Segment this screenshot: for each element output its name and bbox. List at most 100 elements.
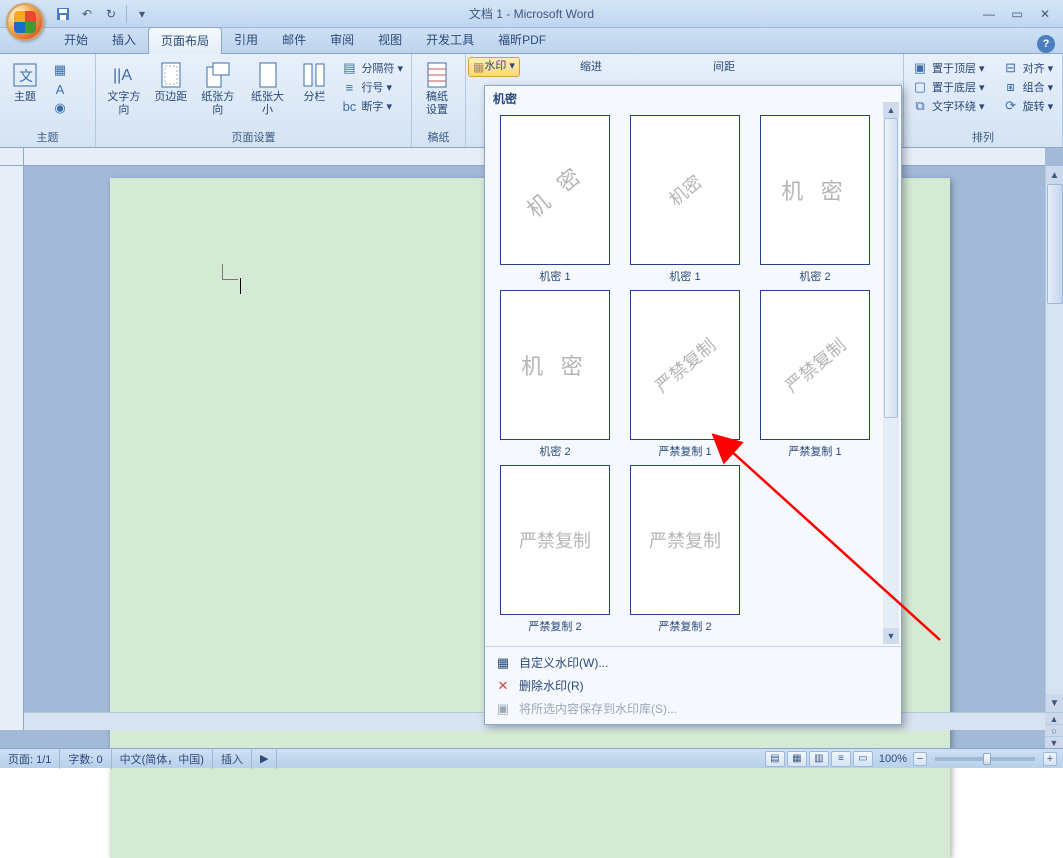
tab-review[interactable]: 审阅 (318, 27, 366, 53)
scroll-up-icon[interactable]: ▲ (1046, 166, 1063, 184)
watermark-button[interactable]: ▦ 水印 ▾ (468, 57, 520, 77)
title-bar: ↶ ↻ ▾ 文档 1 - Microsoft Word — ▭ ✕ (0, 0, 1063, 28)
text-wrapping-icon: ⧉ (912, 98, 928, 114)
size-button[interactable]: 纸张大小 (244, 57, 292, 119)
ruler-corner[interactable] (0, 148, 24, 166)
theme-fonts-icon: A (52, 81, 68, 97)
watermark-preview-text: 机 密 (781, 174, 849, 206)
watermark-preview-text: 严禁复制 (649, 332, 721, 398)
status-page[interactable]: 页面: 1/1 (0, 749, 60, 769)
tab-page-layout[interactable]: 页面布局 (148, 27, 222, 54)
watermark-gallery-item[interactable]: 严禁复制严禁复制 1 (623, 290, 747, 459)
watermark-icon: ▦ (473, 60, 484, 74)
rotate-icon: ⟳ (1003, 98, 1019, 114)
gallery-scroll-up-icon[interactable]: ▲ (883, 102, 899, 118)
view-full-screen-icon[interactable]: ▦ (787, 751, 807, 767)
status-insert-mode[interactable]: 插入 (213, 749, 252, 769)
theme-effects-button[interactable]: ◉ (48, 99, 72, 117)
hyphenation-button[interactable]: bc断字 ▾ (337, 97, 407, 115)
send-to-back-button[interactable]: ▢置于底层 ▾ (908, 78, 989, 96)
view-draft-icon[interactable]: ▭ (853, 751, 873, 767)
redo-icon[interactable]: ↻ (100, 3, 122, 25)
writing-paper-button[interactable]: 稿纸 设置 (416, 57, 458, 119)
watermark-gallery-item[interactable]: 机密机密 1 (623, 115, 747, 284)
text-direction-button[interactable]: ||A文字方向 (100, 57, 148, 119)
margins-button[interactable]: 页边距 (150, 57, 192, 106)
group-label-page-setup: 页面设置 (100, 127, 407, 147)
view-web-layout-icon[interactable]: ▥ (809, 751, 829, 767)
tab-insert[interactable]: 插入 (100, 27, 148, 53)
help-icon[interactable]: ? (1037, 35, 1055, 53)
remove-watermark-menuitem[interactable]: ✕删除水印(R) (485, 674, 901, 697)
watermark-gallery-item[interactable]: 严禁复制严禁复制 1 (753, 290, 877, 459)
qat-dropdown-icon[interactable]: ▾ (131, 3, 153, 25)
watermark-gallery-item[interactable]: 严禁复制严禁复制 2 (493, 465, 617, 634)
rotate-button[interactable]: ⟳旋转 ▾ (999, 97, 1058, 115)
text-cursor (240, 278, 241, 294)
custom-watermark-menuitem[interactable]: ▦自定义水印(W)... (485, 651, 901, 674)
zoom-in-button[interactable]: + (1043, 752, 1057, 766)
vertical-ruler[interactable] (0, 166, 24, 730)
view-print-layout-icon[interactable]: ▤ (765, 751, 785, 767)
next-page-icon[interactable]: ▼ (1045, 736, 1063, 748)
align-icon: ⊟ (1003, 60, 1019, 76)
gallery-section-header: 机密 (485, 86, 901, 111)
breaks-icon: ▤ (341, 60, 357, 76)
watermark-gallery-item[interactable]: 严禁复制严禁复制 2 (623, 465, 747, 634)
columns-button[interactable]: 分栏 (293, 57, 335, 106)
office-button[interactable] (6, 3, 44, 41)
watermark-preview-text: 机 密 (521, 349, 589, 381)
save-icon[interactable] (52, 3, 74, 25)
maximize-button[interactable]: ▭ (1003, 5, 1031, 23)
group-label-theme: 主题 (4, 127, 91, 147)
breaks-button[interactable]: ▤分隔符 ▾ (337, 59, 407, 77)
watermark-gallery-item[interactable]: 机 密机密 1 (493, 115, 617, 284)
watermark-preview-text: 严禁复制 (519, 527, 591, 553)
watermark-preview-text: 机 密 (519, 156, 591, 224)
scroll-thumb[interactable] (1047, 184, 1063, 304)
gallery-scroll-thumb[interactable] (884, 118, 898, 418)
close-button[interactable]: ✕ (1031, 5, 1059, 23)
tab-mailings[interactable]: 邮件 (270, 27, 318, 53)
gallery-scroll-down-icon[interactable]: ▼ (883, 628, 899, 644)
themes-button[interactable]: 文 主题 (4, 57, 46, 106)
orientation-button[interactable]: 纸张方向 (194, 57, 242, 119)
watermark-item-label: 严禁复制 1 (788, 443, 841, 459)
zoom-level[interactable]: 100% (879, 753, 907, 765)
theme-colors-button[interactable]: ▦ (48, 61, 72, 79)
tab-view[interactable]: 视图 (366, 27, 414, 53)
watermark-gallery-item[interactable]: 机 密机密 2 (493, 290, 617, 459)
watermark-gallery-item[interactable]: 机 密机密 2 (753, 115, 877, 284)
watermark-item-label: 严禁复制 2 (658, 618, 711, 634)
view-outline-icon[interactable]: ≡ (831, 751, 851, 767)
tab-home[interactable]: 开始 (52, 27, 100, 53)
undo-icon[interactable]: ↶ (76, 3, 98, 25)
prev-page-icon[interactable]: ▲ (1045, 712, 1063, 724)
zoom-out-button[interactable]: − (913, 752, 927, 766)
tab-foxit-pdf[interactable]: 福昕PDF (486, 27, 558, 53)
status-macro-icon[interactable]: ▶ (252, 749, 277, 769)
gallery-scrollbar[interactable]: ▲ ▼ (883, 102, 899, 644)
status-language[interactable]: 中文(简体，中国) (112, 749, 213, 769)
theme-fonts-button[interactable]: A (48, 80, 72, 98)
zoom-slider[interactable] (935, 757, 1035, 761)
group-icon: ⧆ (1003, 79, 1019, 95)
tab-references[interactable]: 引用 (222, 27, 270, 53)
group-label-paper: 稿纸 (416, 127, 461, 147)
remove-watermark-icon: ✕ (495, 678, 511, 694)
theme-colors-icon: ▦ (52, 62, 68, 78)
line-numbers-button[interactable]: ≡行号 ▾ (337, 78, 407, 96)
vertical-scrollbar[interactable]: ▲ ▼ (1045, 166, 1063, 712)
bring-to-front-button[interactable]: ▣置于顶层 ▾ (908, 59, 989, 77)
hyphenation-icon: bc (341, 98, 357, 114)
scroll-down-icon[interactable]: ▼ (1046, 694, 1063, 712)
tab-developer[interactable]: 开发工具 (414, 27, 486, 53)
save-to-gallery-icon: ▣ (495, 701, 511, 717)
group-button[interactable]: ⧆组合 ▾ (999, 78, 1058, 96)
select-browse-icon[interactable]: ○ (1045, 724, 1063, 736)
status-word-count[interactable]: 字数: 0 (60, 749, 111, 769)
minimize-button[interactable]: — (975, 5, 1003, 23)
align-button[interactable]: ⊟对齐 ▾ (999, 59, 1058, 77)
zoom-slider-thumb[interactable] (983, 753, 991, 765)
text-wrapping-button[interactable]: ⧉文字环绕 ▾ (908, 97, 989, 115)
